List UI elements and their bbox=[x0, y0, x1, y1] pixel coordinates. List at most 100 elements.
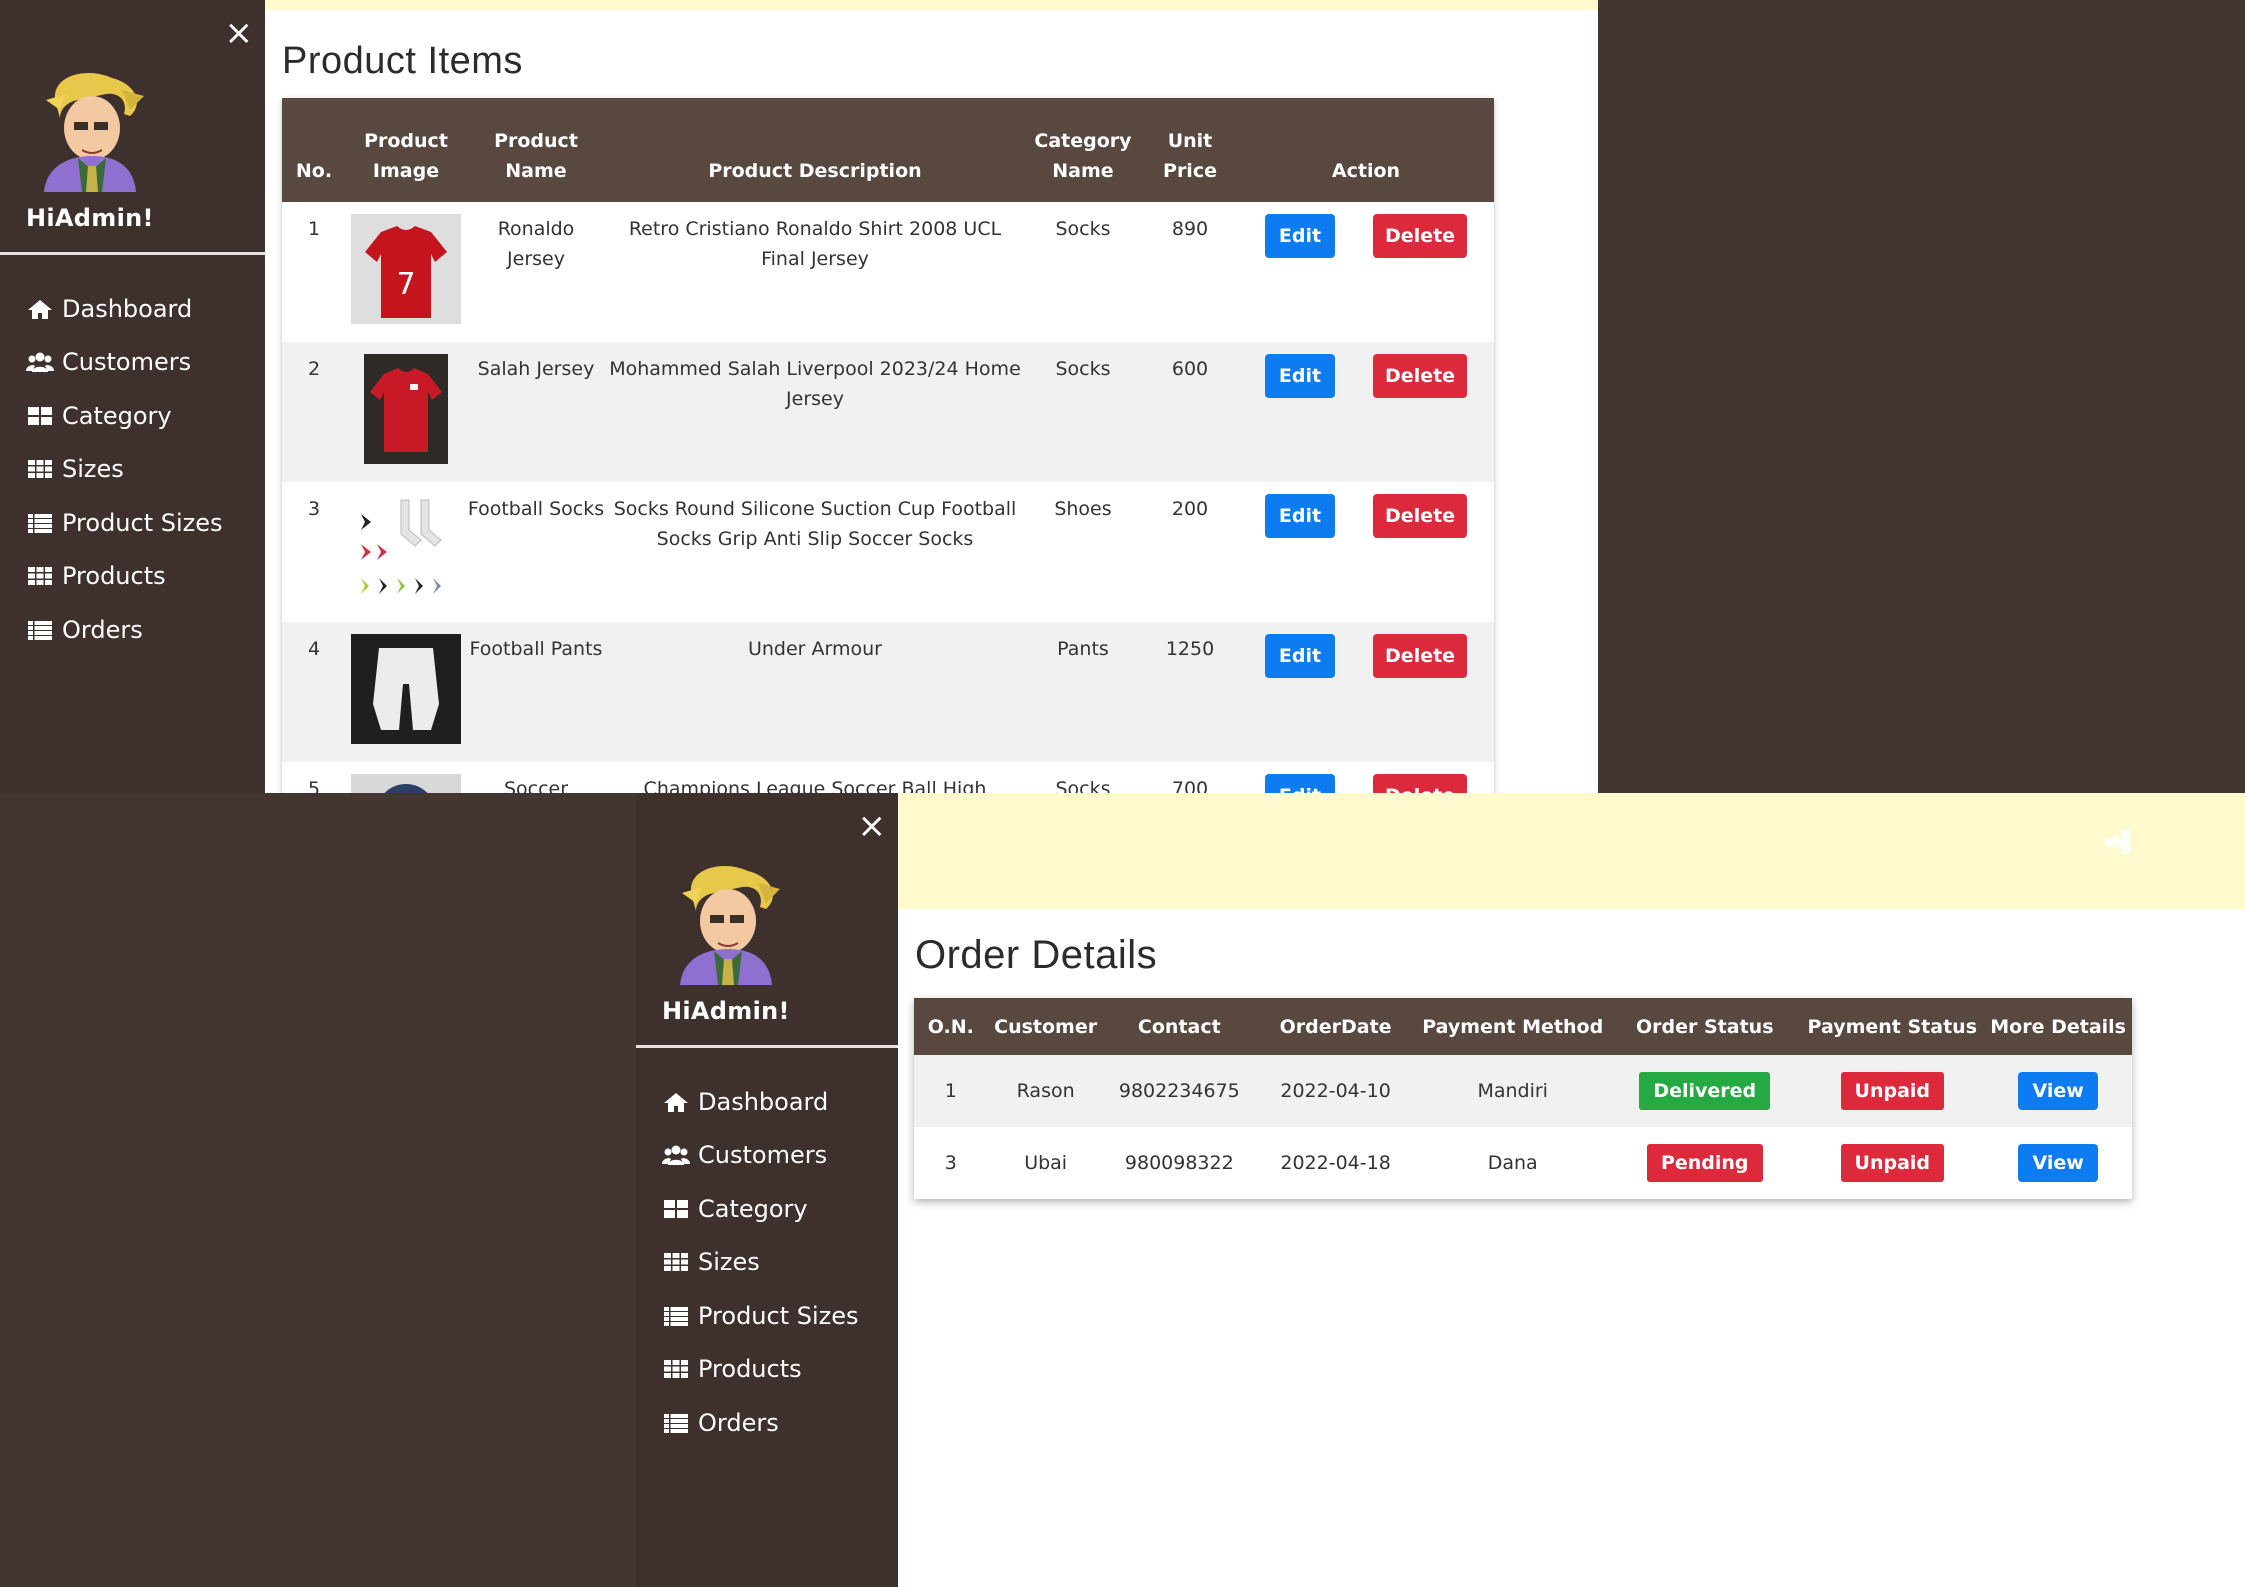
products-screen: × HiAdmin! Dashboard Customers Category … bbox=[0, 0, 1598, 793]
sidebar-item-label: Category bbox=[698, 1194, 808, 1223]
edit-button[interactable]: Edit bbox=[1264, 494, 1335, 538]
col-header-no: No. bbox=[282, 98, 346, 202]
socks-image bbox=[351, 494, 461, 604]
order-table: O.N. Customer Contact OrderDate Payment … bbox=[914, 998, 2132, 1199]
sidebar-item-product-sizes[interactable]: Product Sizes bbox=[26, 496, 223, 550]
product-image-cell: 7 bbox=[346, 202, 466, 342]
table-row: 3 Football Socks Socks Round Silicone Su… bbox=[282, 482, 1494, 622]
logout-icon[interactable] bbox=[2101, 825, 2135, 859]
product-description: Champions League Soccer Ball High bbox=[643, 778, 987, 793]
product-description: Under Armour bbox=[606, 622, 1024, 762]
soccer-ball-image bbox=[351, 774, 461, 793]
category-name: Pants bbox=[1024, 622, 1142, 762]
sidebar-item-products[interactable]: Products bbox=[662, 1343, 859, 1397]
sidebar-item-sizes[interactable]: Sizes bbox=[662, 1236, 859, 1290]
edit-button[interactable]: Edit bbox=[1264, 634, 1335, 678]
col-header-more-details: More Details bbox=[1984, 998, 2132, 1055]
more-details-cell: View bbox=[1984, 1127, 2132, 1199]
view-button[interactable]: View bbox=[2018, 1144, 2099, 1182]
delete-button[interactable]: Delete bbox=[1373, 774, 1468, 793]
category-name: Socks bbox=[1055, 778, 1111, 793]
sidebar-item-dashboard[interactable]: Dashboard bbox=[26, 282, 223, 336]
view-button[interactable]: View bbox=[2018, 1072, 2099, 1110]
sidebar: × HiAdmin! Dashboard Customers Category … bbox=[636, 793, 898, 1587]
sidebar-nav: Dashboard Customers Category Sizes Produ… bbox=[26, 282, 223, 657]
avatar bbox=[26, 70, 152, 192]
sidebar-item-sizes[interactable]: Sizes bbox=[26, 443, 223, 497]
sidebar-item-label: Sizes bbox=[62, 455, 124, 484]
action-cell: Edit Delete bbox=[1238, 622, 1494, 762]
sidebar-item-orders[interactable]: Orders bbox=[662, 1396, 859, 1450]
payment-status-cell: Unpaid bbox=[1800, 1055, 1985, 1127]
category-name: Shoes bbox=[1054, 498, 1112, 520]
svg-text:7: 7 bbox=[396, 267, 415, 302]
action-cell: Edit Delete bbox=[1238, 342, 1494, 482]
order-date: 2022-04-10 bbox=[1255, 1055, 1417, 1127]
col-header-image: Product Image bbox=[346, 98, 466, 202]
table-row: 4 Football Pants Under Armour Pants 1250… bbox=[282, 622, 1494, 762]
home-icon bbox=[26, 298, 54, 320]
table-icon bbox=[26, 458, 54, 480]
payment-status-cell: Unpaid bbox=[1800, 1127, 1984, 1199]
list-icon bbox=[662, 1412, 690, 1434]
table-icon bbox=[662, 1251, 690, 1273]
sidebar-item-category[interactable]: Category bbox=[26, 389, 223, 443]
close-icon[interactable]: × bbox=[858, 809, 887, 843]
delete-button[interactable]: Delete bbox=[1373, 214, 1468, 258]
sidebar-item-orders[interactable]: Orders bbox=[26, 603, 223, 657]
sidebar-item-label: Product Sizes bbox=[62, 508, 223, 537]
sidebar-item-dashboard[interactable]: Dashboard bbox=[662, 1075, 859, 1129]
col-header-payment-status: Payment Status bbox=[1800, 998, 1985, 1055]
main-content: Order Details O.N. Customer Contact Orde… bbox=[898, 793, 2245, 1587]
sidebar-item-products[interactable]: Products bbox=[26, 550, 223, 604]
product-table: No. Product Image Product Name Product D… bbox=[282, 98, 1494, 793]
sidebar-item-category[interactable]: Category bbox=[662, 1182, 859, 1236]
list-icon bbox=[662, 1305, 690, 1327]
row-number: 3 bbox=[307, 498, 321, 520]
contact-number: 9802234675 bbox=[1103, 1055, 1255, 1127]
sidebar-item-label: Category bbox=[62, 401, 172, 430]
payment-method: Dana bbox=[1487, 1152, 1538, 1174]
list-icon bbox=[26, 619, 54, 641]
row-number: 1 bbox=[307, 218, 321, 240]
table-icon bbox=[662, 1358, 690, 1380]
edit-button[interactable]: Edit bbox=[1264, 214, 1335, 258]
orders-screen: × HiAdmin! Dashboard Customers Category … bbox=[0, 793, 2245, 1587]
delete-button[interactable]: Delete bbox=[1373, 494, 1468, 538]
topbar bbox=[265, 0, 1598, 10]
topbar bbox=[898, 793, 2245, 909]
delete-button[interactable]: Delete bbox=[1373, 354, 1468, 398]
table-icon bbox=[26, 565, 54, 587]
product-name: Ronaldo Jersey bbox=[497, 218, 575, 270]
sidebar-item-label: Sizes bbox=[698, 1248, 760, 1277]
sidebar-item-label: Customers bbox=[62, 348, 192, 377]
pants-image bbox=[351, 634, 461, 744]
payment-status-badge: Unpaid bbox=[1840, 1072, 1945, 1110]
edit-button[interactable]: Edit bbox=[1264, 774, 1335, 793]
product-image-cell bbox=[346, 622, 466, 762]
action-cell: Edit Delete bbox=[1238, 482, 1494, 622]
unit-price: 890 bbox=[1171, 218, 1209, 240]
close-icon[interactable]: × bbox=[225, 16, 254, 50]
product-name: Football Pants bbox=[466, 622, 606, 762]
order-number: 1 bbox=[914, 1055, 988, 1127]
col-header-order-number: O.N. bbox=[914, 998, 988, 1055]
table-row: 1 Rason 9802234675 2022-04-10 Mandiri De… bbox=[914, 1055, 2132, 1127]
sidebar-divider bbox=[636, 1045, 898, 1048]
product-description: Mohammed Salah Liverpool 2023/24 Home Je… bbox=[606, 342, 1024, 482]
sidebar-item-label: Product Sizes bbox=[698, 1301, 859, 1330]
order-number: 3 bbox=[944, 1152, 957, 1174]
delete-button[interactable]: Delete bbox=[1373, 634, 1468, 678]
category-name: Socks bbox=[1055, 218, 1111, 240]
edit-button[interactable]: Edit bbox=[1264, 354, 1335, 398]
order-date: 2022-04-18 bbox=[1280, 1152, 1391, 1174]
sidebar-item-label: Orders bbox=[698, 1408, 779, 1437]
sidebar-item-customers[interactable]: Customers bbox=[26, 336, 223, 390]
grid-icon bbox=[26, 405, 54, 427]
row-number: 4 bbox=[282, 622, 346, 762]
col-header-price: Unit Price bbox=[1142, 98, 1238, 202]
sidebar-item-product-sizes[interactable]: Product Sizes bbox=[662, 1289, 859, 1343]
page-title: Order Details bbox=[915, 933, 1158, 977]
sidebar-item-customers[interactable]: Customers bbox=[662, 1129, 859, 1183]
col-header-payment-method: Payment Method bbox=[1416, 998, 1610, 1055]
